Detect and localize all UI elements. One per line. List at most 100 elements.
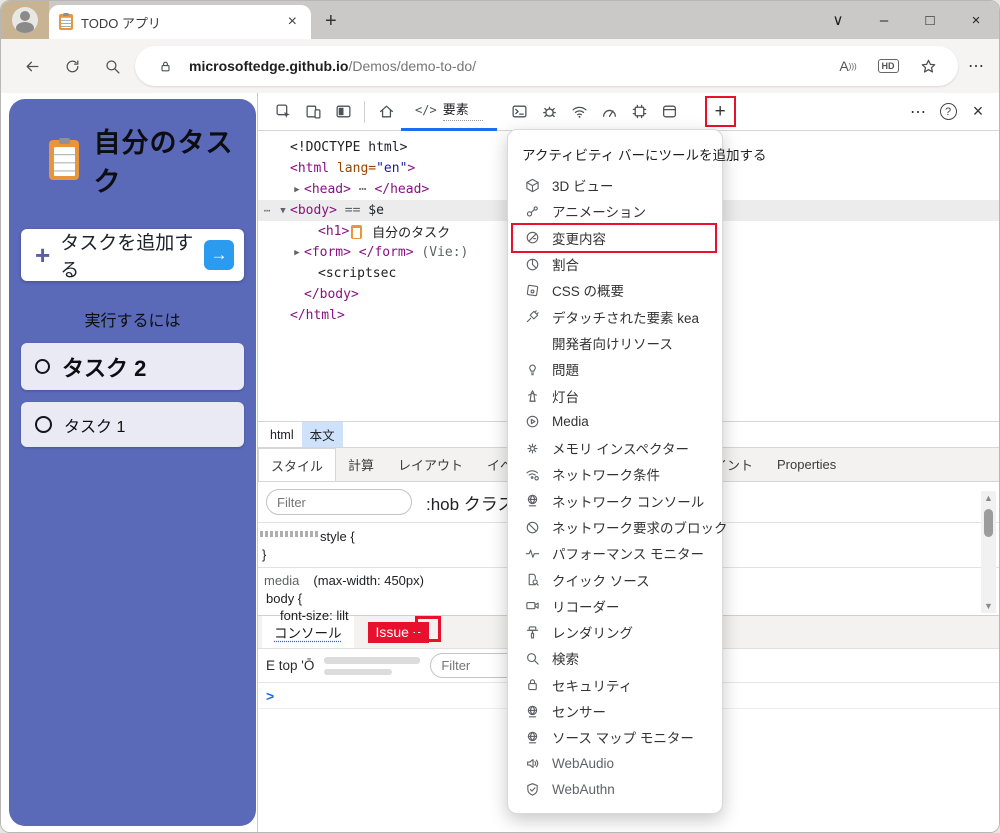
- application-icon[interactable]: [655, 97, 685, 127]
- dock-side-icon[interactable]: [328, 97, 358, 127]
- memory-chip-icon[interactable]: [625, 97, 655, 127]
- menu-item[interactable]: クイック ソース: [508, 566, 722, 592]
- menu-item[interactable]: Media: [508, 409, 722, 435]
- address-bar[interactable]: microsoftedge.github.io/Demos/demo-to-do…: [135, 46, 958, 86]
- devtools-close-icon[interactable]: ×: [963, 97, 993, 127]
- menu-item[interactable]: リコーダー: [508, 593, 722, 619]
- menu-item[interactable]: CSS の概要: [508, 277, 722, 303]
- globe-icon: [524, 703, 540, 719]
- menu-item[interactable]: 問題: [508, 356, 722, 382]
- browser-menu-button[interactable]: ⋯: [968, 56, 985, 76]
- page-title: 自分のタスク: [93, 121, 244, 199]
- expand-arrow-icon[interactable]: ▶: [290, 185, 304, 195]
- home-icon[interactable]: [371, 97, 401, 127]
- search-button[interactable]: [95, 49, 129, 83]
- menu-item[interactable]: セキュリティ: [508, 672, 722, 698]
- menu-item[interactable]: ソース マップ モニター: [508, 724, 722, 750]
- menu-item[interactable]: アニメーション: [508, 198, 722, 224]
- pie-icon: [524, 256, 540, 272]
- menu-item[interactable]: ネットワーク条件: [508, 461, 722, 487]
- favorites-star-icon[interactable]: [912, 58, 944, 75]
- menu-item[interactable]: センサー: [508, 698, 722, 724]
- menu-item[interactable]: WebAuthn: [508, 777, 722, 803]
- menu-item[interactable]: 変更内容: [508, 225, 722, 251]
- inspect-element-icon[interactable]: [268, 97, 298, 127]
- docsearch-icon: [524, 572, 540, 588]
- devtools-help-icon[interactable]: ?: [933, 97, 963, 127]
- task-checkbox[interactable]: [35, 359, 50, 374]
- scrollbar-thumb[interactable]: [984, 509, 993, 537]
- menu-item[interactable]: 灯台: [508, 382, 722, 408]
- expand-arrow-icon[interactable]: ▼: [276, 206, 290, 216]
- hd-icon[interactable]: HD: [872, 59, 904, 73]
- block-icon: [524, 519, 540, 535]
- breadcrumb-item[interactable]: 本文: [302, 422, 343, 447]
- changes-icon: [524, 230, 540, 246]
- play-icon: [524, 414, 540, 430]
- back-button[interactable]: [15, 49, 49, 83]
- read-aloud-icon[interactable]: A))): [832, 58, 864, 74]
- task-item[interactable]: タスク 1: [21, 402, 244, 447]
- menu-item[interactable]: 開発者向けリソース: [508, 330, 722, 356]
- menu-item[interactable]: デタッチされた要素 kea: [508, 303, 722, 329]
- loading-skeleton: [324, 657, 420, 675]
- menu-item[interactable]: メモリ インスペクター: [508, 435, 722, 461]
- menu-item-label: 検索: [552, 648, 579, 668]
- tab-elements[interactable]: </> 要素: [401, 93, 497, 131]
- menu-item[interactable]: 割合: [508, 251, 722, 277]
- devtools-scrollbar[interactable]: ▲ ▼: [981, 491, 996, 613]
- url-host: microsoftedge.github.io: [189, 58, 348, 74]
- window-close-button[interactable]: ×: [953, 12, 999, 29]
- speaker-icon: [524, 756, 540, 772]
- menu-item[interactable]: 検索: [508, 645, 722, 671]
- site-lock-icon[interactable]: [149, 59, 181, 74]
- task-checkbox[interactable]: [35, 416, 52, 433]
- elements-tab-label: 要素: [443, 99, 483, 121]
- menu-item-label: 問題: [552, 359, 579, 379]
- globe-icon: [524, 729, 540, 745]
- menu-item[interactable]: 3D ビュー: [508, 172, 722, 198]
- styles-filter-input[interactable]: [266, 489, 412, 515]
- performance-gauge-icon[interactable]: [595, 97, 625, 127]
- menu-item-label: ネットワーク コンソール: [552, 491, 704, 511]
- menu-item-label: ネットワーク条件: [552, 464, 660, 484]
- network-icon[interactable]: [565, 97, 595, 127]
- clipboard-icon: [49, 140, 79, 180]
- profile-button[interactable]: [1, 1, 49, 39]
- add-task-input[interactable]: + タスクを追加する →: [21, 229, 244, 281]
- task-item[interactable]: タスク 2: [21, 343, 244, 390]
- devtools-more-icon[interactable]: ⋯: [903, 97, 933, 127]
- new-tab-button[interactable]: +: [325, 10, 337, 33]
- add-task-submit-button[interactable]: →: [204, 240, 234, 270]
- breadcrumb-item[interactable]: html: [262, 425, 302, 445]
- scroll-up-icon[interactable]: ▲: [984, 491, 993, 505]
- panel-tab[interactable]: レイアウト: [386, 448, 475, 481]
- camera-icon: [524, 598, 540, 614]
- device-emulation-icon[interactable]: [298, 97, 328, 127]
- font-size-declaration[interactable]: font-size: lilt: [280, 608, 349, 623]
- panel-tab[interactable]: Properties: [765, 450, 848, 479]
- minimize-button[interactable]: –: [861, 12, 907, 29]
- css-icon: [524, 282, 540, 298]
- tab-close-icon[interactable]: ×: [284, 13, 301, 31]
- menu-item[interactable]: ネットワーク要求のブロック: [508, 514, 722, 540]
- debugger-bug-icon[interactable]: [535, 97, 565, 127]
- browser-tab[interactable]: TODO アプリ ×: [49, 5, 311, 39]
- refresh-button[interactable]: [55, 49, 89, 83]
- tab-search-icon[interactable]: ∨: [815, 11, 861, 29]
- menu-item[interactable]: レンダリング: [508, 619, 722, 645]
- expand-arrow-icon[interactable]: ▶: [290, 248, 304, 258]
- media-query: media(max-width: 450px): [264, 573, 424, 588]
- menu-item[interactable]: パフォーマンス モニター: [508, 540, 722, 566]
- menu-item[interactable]: ネットワーク コンソール: [508, 488, 722, 514]
- more-tools-plus-button[interactable]: +: [707, 98, 734, 125]
- console-context-selector[interactable]: E top 'Ō: [266, 658, 314, 673]
- panel-tab[interactable]: スタイル: [258, 448, 336, 482]
- console-icon[interactable]: [505, 97, 535, 127]
- maximize-button[interactable]: □: [907, 12, 953, 29]
- menu-item-label: ネットワーク要求のブロック: [552, 517, 728, 537]
- panel-tab[interactable]: 計算: [336, 448, 386, 481]
- menu-item-label: 変更内容: [552, 228, 606, 248]
- menu-item[interactable]: WebAudio: [508, 751, 722, 777]
- scroll-down-icon[interactable]: ▼: [984, 599, 993, 613]
